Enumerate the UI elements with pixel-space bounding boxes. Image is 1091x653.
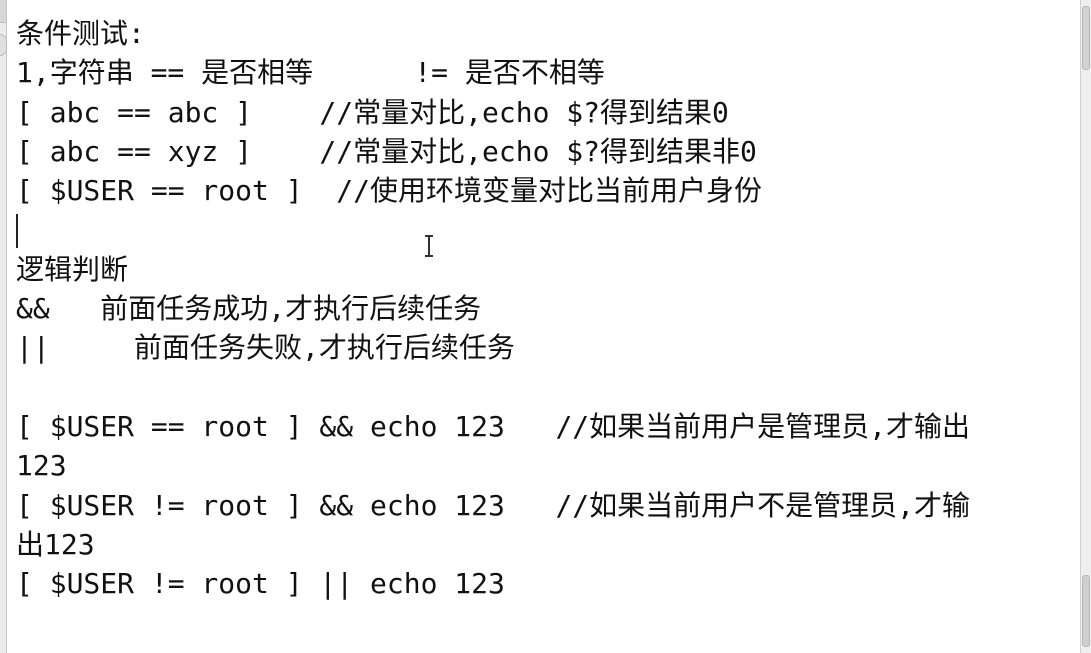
editor-line: [ abc == xyz ] //常量对比,echo $?得到结果非0 xyxy=(16,134,757,168)
left-edge-tab xyxy=(0,0,6,23)
text-editor-area[interactable]: 条件测试: 1,字符串 == 是否相等 != 是否不相等 [ abc == ab… xyxy=(16,14,1077,653)
text-caret xyxy=(16,214,18,248)
editor-line: || 前面任务失败,才执行后续任务 xyxy=(16,331,515,365)
editor-line: [ $USER != root ] && echo 123 //如果当前用户不是… xyxy=(16,488,971,522)
editor-line: && 前面任务成功,才执行后续任务 xyxy=(16,292,482,326)
scrollbar-thumb[interactable] xyxy=(1082,6,1090,70)
vertical-scrollbar[interactable] xyxy=(1080,0,1091,653)
scrollbar-lower-handle[interactable] xyxy=(1082,575,1090,647)
editor-line: [ $USER != root ] || echo 123 xyxy=(16,567,505,601)
left-edge-handle[interactable] xyxy=(0,34,7,56)
editor-line: 出123 xyxy=(16,527,95,561)
editor-line: [ $USER == root ] //使用环境变量对比当前用户身份 xyxy=(16,174,763,208)
editor-line: [ abc == abc ] //常量对比,echo $?得到结果0 xyxy=(16,95,729,129)
editor-line: 逻辑判断 xyxy=(16,252,129,286)
editor-line: 条件测试: xyxy=(16,17,145,50)
editor-line: 1,字符串 == 是否相等 != 是否不相等 xyxy=(16,56,605,90)
editor-line: 123 xyxy=(16,449,67,483)
ibeam-cursor-icon xyxy=(425,235,433,257)
editor-line: [ $USER == root ] && echo 123 //如果当前用户是管… xyxy=(16,409,971,443)
window-left-edge xyxy=(0,0,7,653)
